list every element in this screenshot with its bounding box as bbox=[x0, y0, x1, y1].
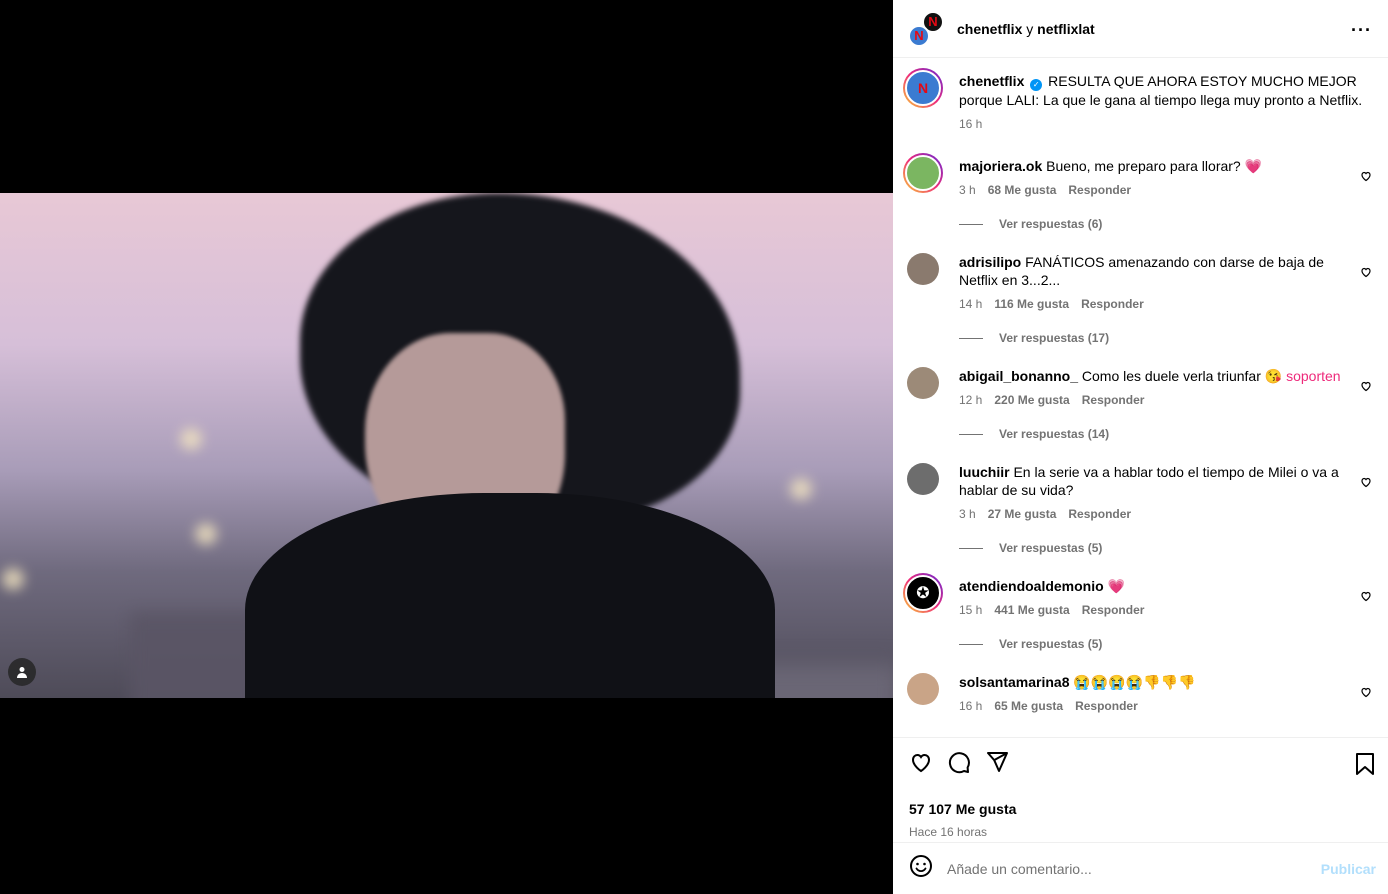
view-replies-label: Ver respuestas (17) bbox=[999, 331, 1110, 345]
comment-time[interactable]: 3 h bbox=[959, 183, 976, 197]
view-replies-label: Ver respuestas (6) bbox=[999, 217, 1103, 231]
author-username[interactable]: chenetflix bbox=[957, 21, 1022, 37]
comment-time[interactable]: 14 h bbox=[959, 297, 982, 311]
heart-icon[interactable] bbox=[1360, 379, 1372, 392]
collab-avatars[interactable]: N N bbox=[908, 10, 944, 47]
comment: ✪ atendiendoaldemonio 💗 15 h 441 Me gust… bbox=[903, 573, 1372, 651]
comment-emoji: 💗 bbox=[1107, 578, 1126, 594]
view-replies-button[interactable]: Ver respuestas (6) bbox=[959, 217, 1372, 231]
publish-button[interactable]: Publicar bbox=[1321, 861, 1376, 877]
heart-icon[interactable] bbox=[1360, 169, 1372, 182]
reply-button[interactable]: Responder bbox=[1068, 183, 1131, 197]
verified-badge-icon: ✓ bbox=[1030, 79, 1043, 91]
post-header: N N chenetflix y netflixlat ··· bbox=[893, 0, 1388, 58]
comment-likes[interactable]: 220 Me gusta bbox=[994, 393, 1069, 407]
comment-emoji: 😭😭😭😭👎👎👎 bbox=[1073, 674, 1196, 690]
comment-emoji: 😘 soporten bbox=[1264, 368, 1341, 384]
bookmark-icon[interactable] bbox=[1354, 752, 1376, 781]
coauthor-username[interactable]: netflixlat bbox=[1037, 21, 1095, 37]
comments-list[interactable]: N chenetflix ✓ RESULTA QUE AHORA ESTOY M… bbox=[893, 58, 1388, 737]
comment-username[interactable]: abigail_bonanno_ bbox=[959, 368, 1078, 384]
comment-likes[interactable]: 65 Me gusta bbox=[994, 699, 1063, 713]
view-replies-label: Ver respuestas (5) bbox=[999, 541, 1103, 555]
comment-username[interactable]: luuchiir bbox=[959, 464, 1010, 480]
reply-button[interactable]: Responder bbox=[1081, 297, 1144, 311]
comment-username[interactable]: adrisilipo bbox=[959, 254, 1021, 270]
comment-username[interactable]: majoriera.ok bbox=[959, 158, 1042, 174]
view-replies-button[interactable]: Ver respuestas (14) bbox=[959, 427, 1372, 441]
comment: adrisilipo FANÁTICOS amenazando con dars… bbox=[907, 253, 1372, 345]
comment: abigail_bonanno_ Como les duele verla tr… bbox=[907, 367, 1372, 441]
comment-time[interactable]: 15 h bbox=[959, 603, 982, 617]
collab-conjunction: y bbox=[1022, 20, 1038, 37]
avatar[interactable] bbox=[907, 463, 939, 495]
post-actions: 57 107 Me gusta Hace 16 horas bbox=[893, 737, 1388, 842]
avatar[interactable] bbox=[907, 673, 939, 705]
avatar[interactable] bbox=[907, 367, 939, 399]
view-replies-label: Ver respuestas (14) bbox=[999, 427, 1110, 441]
heart-icon[interactable] bbox=[1360, 685, 1372, 698]
caption-time[interactable]: 16 h bbox=[959, 117, 982, 131]
send-icon[interactable] bbox=[985, 750, 1009, 779]
caption-username[interactable]: chenetflix bbox=[959, 73, 1024, 89]
tagged-user-icon[interactable] bbox=[8, 658, 36, 686]
comment-likes[interactable]: 27 Me gusta bbox=[988, 507, 1057, 521]
comment-icon[interactable] bbox=[947, 750, 971, 779]
avatar[interactable]: ✪ bbox=[903, 573, 943, 613]
reply-button[interactable]: Responder bbox=[1082, 393, 1145, 407]
heart-icon[interactable] bbox=[1360, 265, 1372, 278]
view-replies-label: Ver respuestas (5) bbox=[999, 637, 1103, 651]
collab-title: chenetflix y netflixlat bbox=[957, 21, 1095, 37]
comment-likes[interactable]: 116 Me gusta bbox=[994, 297, 1069, 311]
comment-input[interactable] bbox=[947, 860, 1277, 877]
avatar[interactable] bbox=[907, 253, 939, 285]
comment: solsantamarina8 😭😭😭😭👎👎👎 16 h 65 Me gusta… bbox=[907, 673, 1372, 713]
avatar[interactable]: N bbox=[903, 68, 943, 108]
likes-count[interactable]: 57 107 Me gusta bbox=[909, 801, 1372, 817]
more-horizontal-icon[interactable]: ··· bbox=[1351, 20, 1372, 41]
comment-likes[interactable]: 68 Me gusta bbox=[988, 183, 1057, 197]
video-frame[interactable] bbox=[0, 193, 893, 698]
post-time: Hace 16 horas bbox=[909, 825, 988, 839]
reply-button[interactable]: Responder bbox=[1068, 507, 1131, 521]
comment-username[interactable]: atendiendoaldemonio bbox=[959, 578, 1104, 594]
reply-button[interactable]: Responder bbox=[1082, 603, 1145, 617]
smiley-icon[interactable] bbox=[909, 854, 933, 883]
heart-icon[interactable] bbox=[1360, 475, 1372, 488]
avatar[interactable] bbox=[903, 153, 943, 193]
view-replies-button[interactable]: Ver respuestas (17) bbox=[959, 331, 1372, 345]
comment-text: Como les duele verla triunfar bbox=[1081, 368, 1261, 384]
comment-time[interactable]: 3 h bbox=[959, 507, 976, 521]
post-media bbox=[0, 0, 893, 894]
comment-emoji: 💗 bbox=[1244, 158, 1263, 174]
heart-icon[interactable] bbox=[1360, 589, 1372, 602]
comment-time[interactable]: 16 h bbox=[959, 699, 982, 713]
view-replies-button[interactable]: Ver respuestas (5) bbox=[959, 541, 1372, 555]
comment-likes[interactable]: 441 Me gusta bbox=[994, 603, 1069, 617]
comment-username[interactable]: solsantamarina8 bbox=[959, 674, 1070, 690]
comment-text: En la serie va a hablar todo el tiempo d… bbox=[959, 464, 1339, 498]
view-replies-button[interactable]: Ver respuestas (5) bbox=[959, 637, 1372, 651]
add-comment-bar: Publicar bbox=[893, 842, 1388, 894]
comment: luuchiir En la serie va a hablar todo el… bbox=[907, 463, 1372, 555]
heart-icon[interactable] bbox=[909, 750, 933, 779]
post-side-panel: N N chenetflix y netflixlat ··· N chenet… bbox=[893, 0, 1388, 894]
instagram-post-modal: N N chenetflix y netflixlat ··· N chenet… bbox=[0, 0, 1388, 894]
comment-text: Bueno, me preparo para llorar? bbox=[1046, 158, 1241, 174]
netflix-logo-icon: N bbox=[917, 80, 929, 96]
netflix-logo-icon: N bbox=[908, 24, 930, 47]
comment-time[interactable]: 12 h bbox=[959, 393, 982, 407]
caption: N chenetflix ✓ RESULTA QUE AHORA ESTOY M… bbox=[903, 68, 1372, 131]
comment: majoriera.ok Bueno, me preparo para llor… bbox=[903, 153, 1372, 231]
reply-button[interactable]: Responder bbox=[1075, 699, 1138, 713]
